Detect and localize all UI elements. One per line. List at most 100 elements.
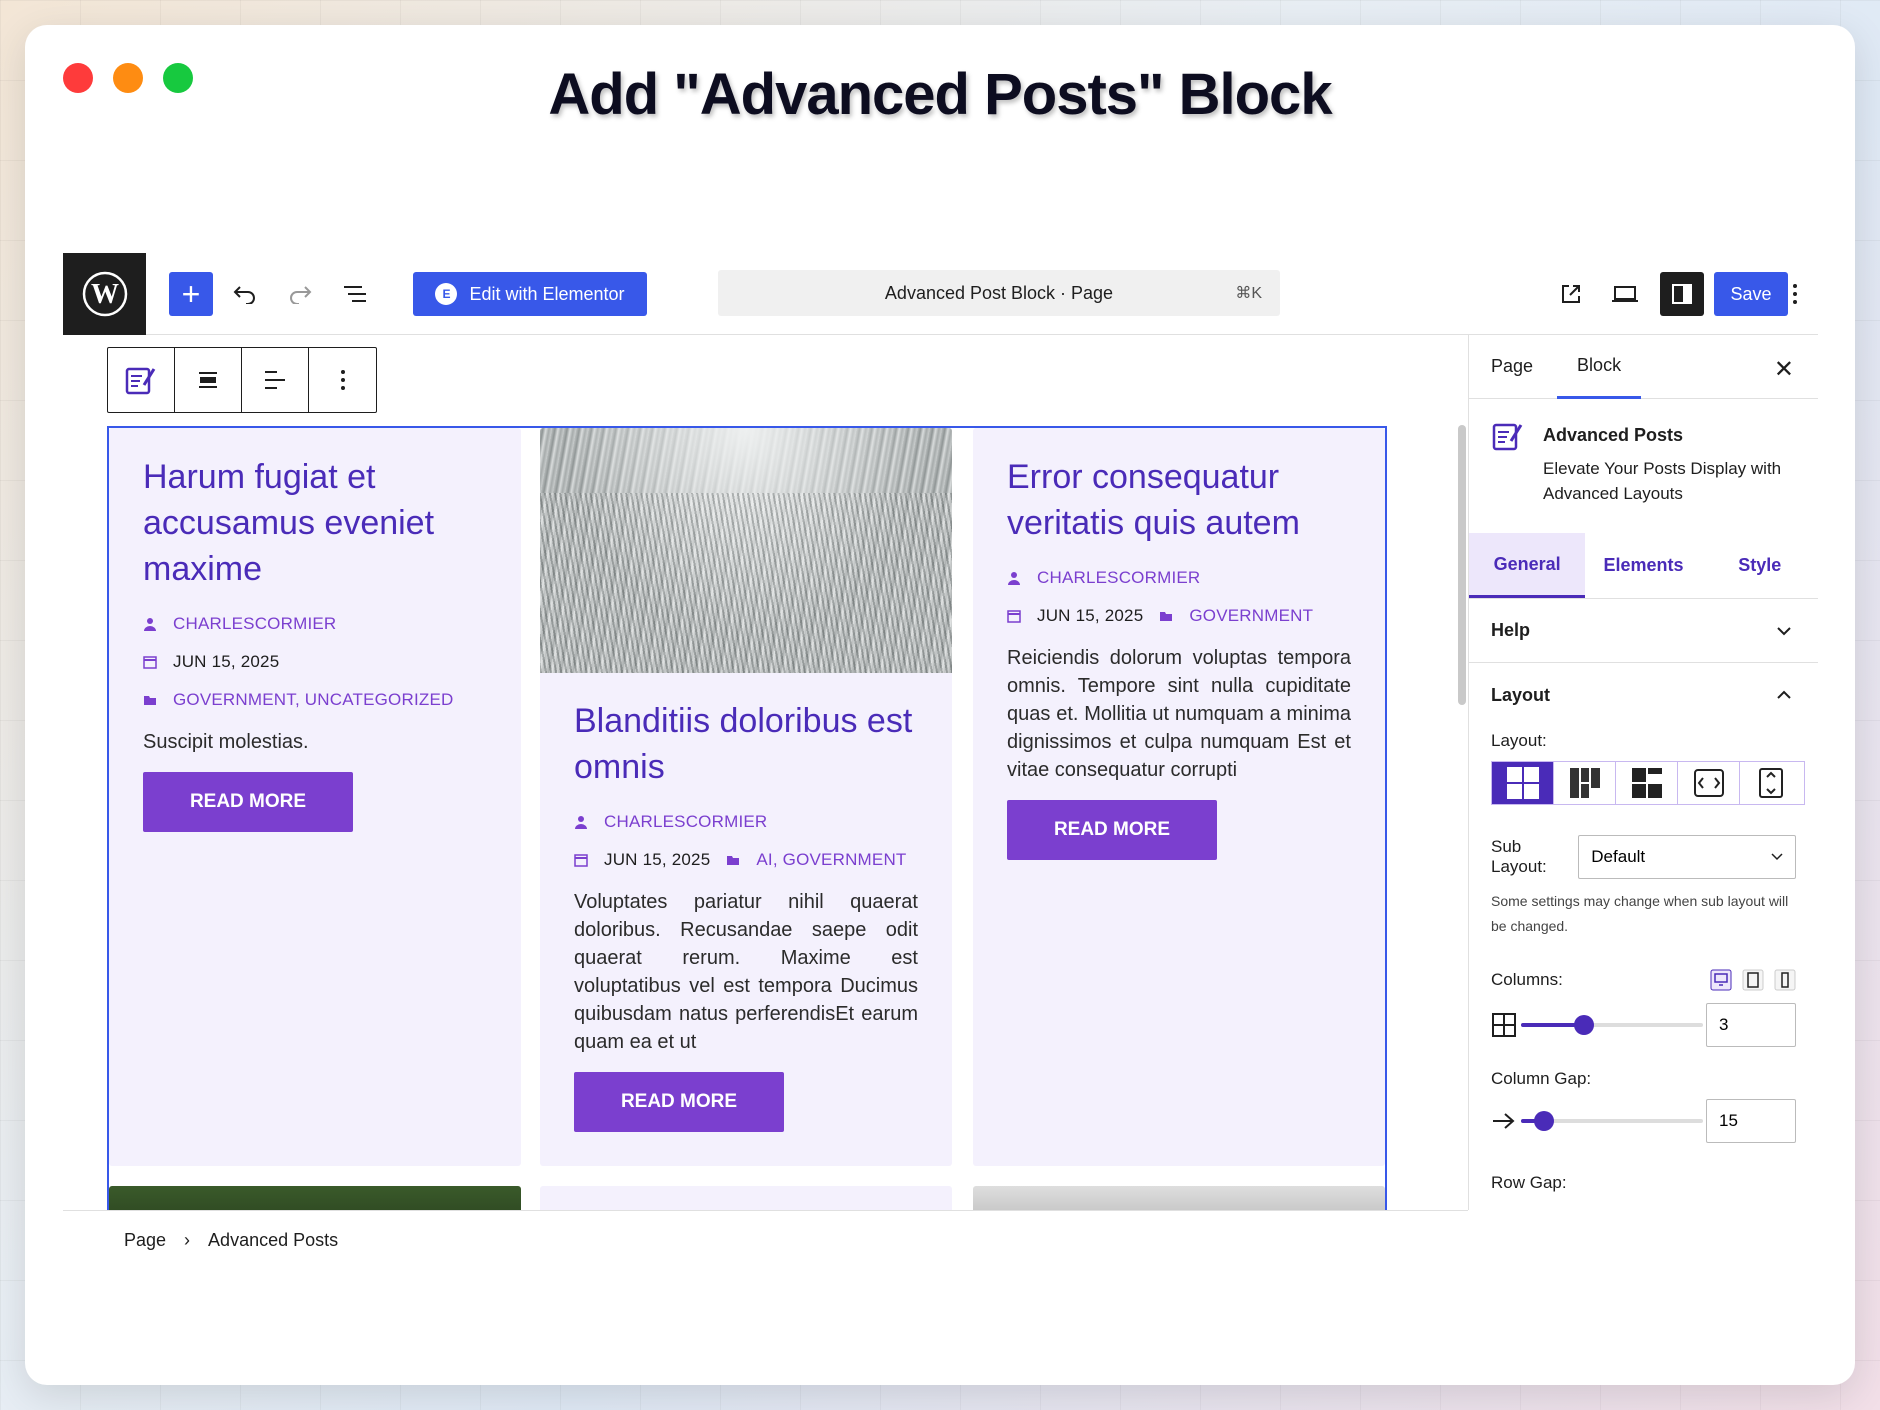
layout-list-option[interactable] — [1616, 762, 1678, 804]
more-vertical-icon — [340, 370, 345, 390]
author-link[interactable]: CHARLESCORMIER — [1037, 568, 1200, 588]
settings-subtabs: General Elements Style — [1469, 533, 1818, 599]
page-headline: Add "Advanced Posts" Block — [548, 62, 1332, 127]
tab-elements[interactable]: Elements — [1585, 533, 1701, 598]
list-layout-icon — [1631, 768, 1662, 798]
plus-icon: + — [181, 275, 201, 312]
desktop-icon[interactable] — [1710, 969, 1732, 991]
post-title[interactable]: Harum fugiat et accusamus eveniet maxime — [143, 454, 487, 592]
device-preview-button[interactable] — [1605, 272, 1645, 316]
read-more-button[interactable]: READ MORE — [574, 1072, 784, 1132]
post-thumbnail[interactable] — [109, 1186, 521, 1210]
post-date-categories: JUN 15, 2025 AI, GOVERNMENT — [574, 846, 918, 874]
advanced-posts-block[interactable]: Harum fugiat et accusamus eveniet maxime… — [107, 426, 1387, 1210]
columns-slider[interactable] — [1520, 1015, 1703, 1035]
layout-section-label: Layout — [1491, 684, 1551, 705]
tablet-icon[interactable] — [1742, 969, 1764, 991]
post-card: Error consequatur veritatis quis autem C… — [973, 428, 1385, 1166]
settings-sidebar: Page Block ✕ Advanced Posts Elevate Your… — [1468, 335, 1818, 1210]
chevron-right-icon: › — [184, 1230, 191, 1250]
canvas-scrollbar[interactable] — [1458, 425, 1466, 705]
post-author: CHARLESCORMIER — [143, 610, 487, 638]
layout-masonry-option[interactable] — [1554, 762, 1616, 804]
post-title[interactable]: Error consequatur veritatis quis autem — [1007, 454, 1351, 546]
undo-button[interactable] — [225, 272, 265, 316]
mobile-icon[interactable] — [1774, 969, 1796, 991]
column-gap-slider[interactable] — [1520, 1111, 1703, 1131]
block-type-button[interactable] — [108, 348, 175, 412]
tab-style[interactable]: Style — [1702, 533, 1818, 598]
chevron-down-icon — [1777, 626, 1791, 635]
masonry-layout-icon — [1569, 768, 1600, 798]
post-date: JUN 15, 2025 — [143, 648, 487, 676]
author-link[interactable]: CHARLESCORMIER — [604, 812, 767, 832]
tab-page[interactable]: Page — [1491, 335, 1533, 399]
column-gap-slider-handle[interactable] — [1534, 1111, 1555, 1131]
layout-ticker-option[interactable] — [1740, 762, 1802, 804]
justify-button[interactable] — [242, 348, 309, 412]
layout-panel: Layout: Sub Layout: Default Some setting… — [1469, 731, 1818, 1193]
columns-slider-handle[interactable] — [1574, 1015, 1595, 1035]
column-gap-input[interactable]: 15 — [1706, 1099, 1796, 1143]
user-icon — [574, 815, 588, 829]
align-button[interactable] — [175, 348, 242, 412]
read-more-button[interactable]: READ MORE — [1007, 800, 1217, 860]
settings-panel-toggle[interactable] — [1660, 272, 1704, 316]
layout-slider-option[interactable] — [1678, 762, 1740, 804]
folder-icon — [1159, 609, 1173, 623]
category-links[interactable]: GOVERNMENT — [1189, 606, 1313, 626]
layout-options — [1491, 761, 1805, 805]
redo-button[interactable] — [280, 272, 320, 316]
align-left-icon — [265, 371, 285, 389]
calendar-icon — [1007, 609, 1021, 623]
edit-with-elementor-button[interactable]: E Edit with Elementor — [413, 272, 647, 316]
help-panel-toggle[interactable]: Help — [1469, 599, 1818, 663]
sub-layout-value: Default — [1591, 847, 1646, 866]
post-author: CHARLESCORMIER — [1007, 564, 1351, 592]
post-featured-image[interactable] — [540, 428, 952, 673]
add-block-button[interactable]: + — [169, 272, 213, 316]
command-shortcut: ⌘K — [1235, 285, 1262, 302]
document-title: Advanced Post Block · Page — [884, 282, 1114, 303]
app-window: Add "Advanced Posts" Block W + E Edit wi… — [25, 25, 1855, 1385]
wordpress-logo-icon[interactable]: W — [63, 253, 146, 335]
tab-block[interactable]: Block — [1557, 335, 1642, 399]
columns-input[interactable]: 3 — [1706, 1003, 1796, 1047]
sidebar-tabs: Page Block ✕ — [1469, 335, 1818, 399]
chevron-up-icon — [1777, 690, 1791, 699]
edit-with-elementor-label: Edit with Elementor — [469, 283, 625, 304]
category-links[interactable]: GOVERNMENT, UNCATEGORIZED — [173, 690, 453, 710]
columns-control: 3 — [1491, 1003, 1796, 1047]
block-description: Elevate Your Posts Display with Advanced… — [1543, 459, 1782, 503]
close-icon[interactable]: ✕ — [1774, 355, 1794, 384]
sub-layout-select[interactable]: Default — [1578, 835, 1796, 879]
tab-general[interactable]: General — [1469, 533, 1586, 598]
advanced-posts-icon — [1492, 423, 1523, 451]
laptop-icon — [1612, 286, 1638, 302]
post-card — [540, 1186, 952, 1210]
user-icon — [143, 617, 157, 631]
slider-layout-icon — [1693, 769, 1724, 797]
block-options-button[interactable] — [309, 348, 376, 412]
author-link[interactable]: CHARLESCORMIER — [173, 614, 336, 634]
post-author: CHARLESCORMIER — [574, 808, 918, 836]
post-title[interactable]: Blanditiis doloribus est omnis — [574, 698, 918, 790]
command-palette-bar[interactable]: Advanced Post Block · Page ⌘K — [718, 270, 1280, 316]
layout-grid-option[interactable] — [1492, 762, 1554, 804]
column-gap-control: 15 — [1491, 1099, 1796, 1143]
layout-panel-toggle[interactable]: Layout — [1469, 663, 1818, 727]
post-excerpt: Suscipit molestias. — [143, 731, 309, 753]
view-page-button[interactable] — [1551, 272, 1591, 316]
options-button[interactable] — [1775, 272, 1815, 316]
ticker-layout-icon — [1759, 768, 1783, 798]
read-more-button[interactable]: READ MORE — [143, 772, 353, 832]
breadcrumb-page[interactable]: Page — [124, 1230, 166, 1251]
row-gap-label: Row Gap: — [1491, 1173, 1567, 1192]
post-date-categories: JUN 15, 2025 GOVERNMENT — [1007, 602, 1351, 630]
editor-topbar: W + E Edit with Elementor Advanced Post … — [63, 253, 1818, 335]
date-text: JUN 15, 2025 — [604, 850, 711, 869]
category-links[interactable]: AI, GOVERNMENT — [756, 850, 906, 870]
breadcrumb-current[interactable]: Advanced Posts — [208, 1230, 338, 1251]
document-overview-button[interactable] — [335, 272, 375, 316]
post-thumbnail[interactable] — [973, 1186, 1385, 1210]
